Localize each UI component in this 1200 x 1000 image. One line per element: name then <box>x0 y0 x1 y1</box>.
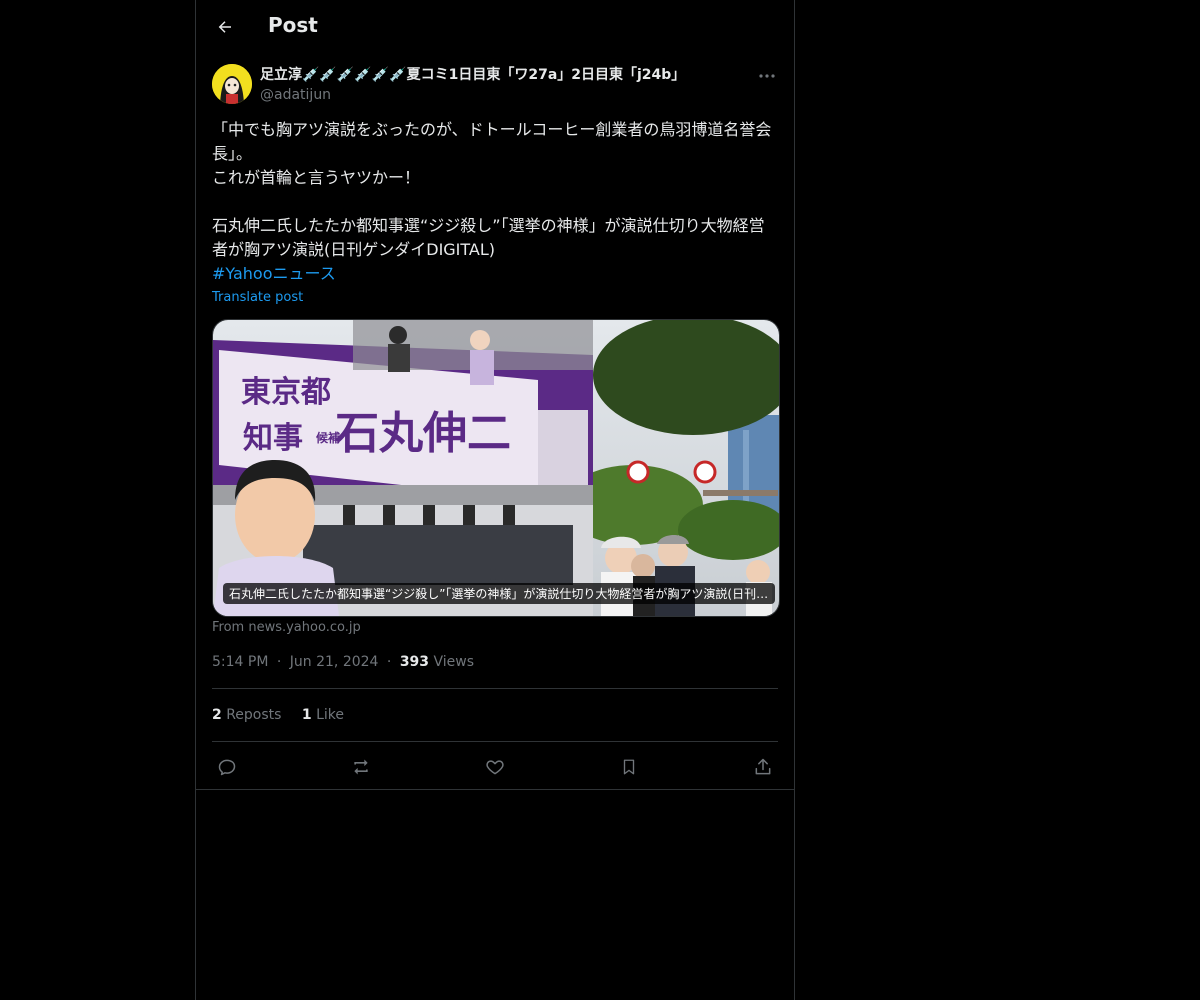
repost-button[interactable] <box>346 754 376 780</box>
post-meta: 5:14 PM · Jun 21, 2024 · 393 Views <box>212 654 474 670</box>
bookmark-icon <box>620 757 638 777</box>
display-name[interactable]: 足立淳💉💉💉💉💉💉夏コミ1日目東「ワ27a」2日目東「j24b」 <box>260 65 730 85</box>
arrow-left-icon <box>216 18 234 36</box>
handle[interactable]: @adatijun <box>260 85 730 105</box>
like-button[interactable] <box>480 754 510 780</box>
banner-line1: 東京都 <box>241 375 331 410</box>
back-button[interactable] <box>210 12 240 42</box>
views-label: Views <box>433 654 475 670</box>
meta-separator: · <box>386 654 392 670</box>
divider <box>212 688 778 689</box>
likes-stat[interactable]: 1 Like <box>302 707 344 723</box>
share-icon <box>753 757 773 777</box>
avatar[interactable] <box>212 64 252 104</box>
likes-label: Like <box>316 707 345 723</box>
hashtag-link[interactable]: #Yahooニュース <box>212 262 336 286</box>
post-date[interactable]: Jun 21, 2024 <box>290 654 379 670</box>
heart-icon <box>485 757 505 777</box>
repost-icon <box>350 757 372 777</box>
card-source[interactable]: From news.yahoo.co.jp <box>212 620 361 635</box>
reposts-label: Reposts <box>226 707 282 723</box>
meta-separator: · <box>276 654 282 670</box>
banner-name: 石丸伸二 <box>335 408 511 459</box>
post-text: 「中でも胸アツ演説をぶったのが、ドトールコーヒー創業者の鳥羽博道名誉会長」。 こ… <box>212 120 772 259</box>
engagement-stats: 2 Reposts 1 Like <box>212 707 344 723</box>
divider <box>212 741 778 742</box>
main-column: Post 足立淳💉💉💉💉💉💉夏コミ1日目東「ワ27a」2日目東「j24b」 @a… <box>195 0 795 1000</box>
header: Post <box>196 0 794 54</box>
likes-count: 1 <box>301 707 312 723</box>
banner-line2: 知事 <box>243 421 303 456</box>
card-caption: 石丸伸二氏したたか都知事選“ジジ殺し”「選挙の神様」が演説仕切り大物経営者が胸ア… <box>223 583 775 604</box>
more-horizontal-icon <box>759 73 775 79</box>
post-time[interactable]: 5:14 PM <box>212 654 268 670</box>
reply-button[interactable] <box>212 754 242 780</box>
share-button[interactable] <box>748 754 778 780</box>
reposts-count: 2 <box>212 707 222 723</box>
more-button[interactable] <box>756 66 778 86</box>
translate-link[interactable]: Translate post <box>212 290 303 305</box>
link-card[interactable]: 東京都 知事 候補 石丸伸二 石丸伸二氏したたか都知事選“ジジ殺し”「選挙の神様… <box>212 319 780 617</box>
author-info: 足立淳💉💉💉💉💉💉夏コミ1日目東「ワ27a」2日目東「j24b」 @adatij… <box>260 65 730 105</box>
reposts-stat[interactable]: 2 Reposts <box>212 707 286 723</box>
bookmark-button[interactable] <box>614 754 644 780</box>
views-count: 393 <box>399 654 430 670</box>
card-image: 東京都 知事 候補 石丸伸二 <box>213 320 779 616</box>
action-bar <box>212 754 778 780</box>
reply-icon <box>217 757 237 777</box>
page-title: Post <box>268 13 318 37</box>
divider <box>196 789 794 790</box>
